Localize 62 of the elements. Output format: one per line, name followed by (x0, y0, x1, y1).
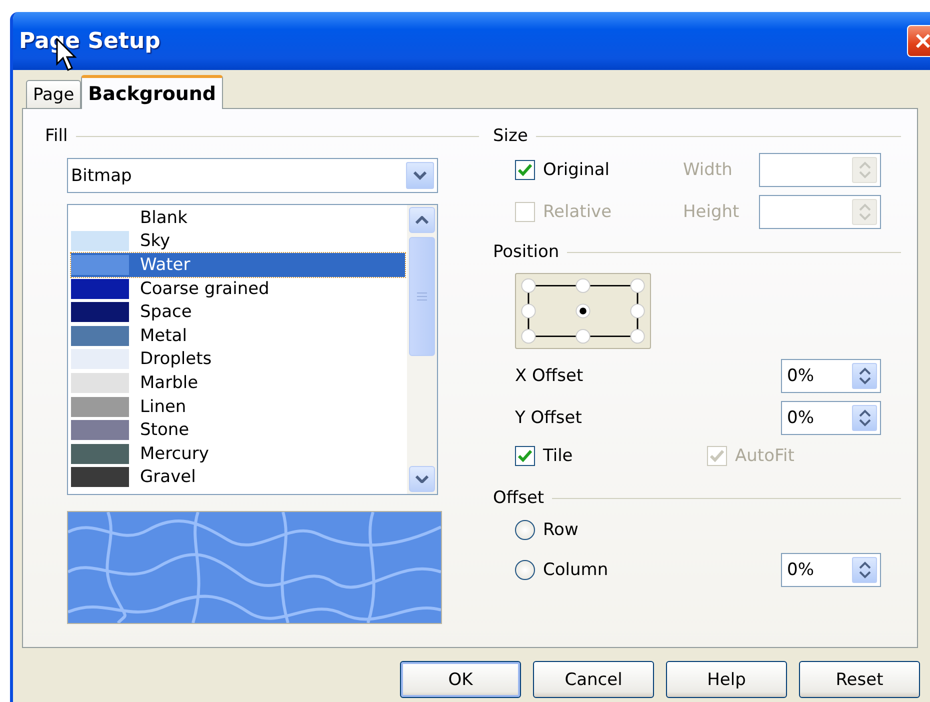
close-button[interactable] (907, 25, 930, 57)
caret-up-icon (415, 216, 429, 224)
bitmap-list-item[interactable]: Water (71, 253, 405, 277)
spin-field[interactable]: 0% (781, 359, 881, 393)
tab[interactable]: Background (81, 75, 224, 109)
dropdown-button[interactable] (406, 162, 434, 189)
tab[interactable]: Page (26, 80, 82, 109)
field-label: Height (683, 202, 740, 222)
close-icon (914, 32, 930, 50)
field-label: X Offset (515, 366, 584, 386)
up-down-arrows-icon (858, 203, 870, 221)
bitmap-list-item[interactable]: Metal (71, 324, 405, 348)
section-label: Position (493, 242, 560, 262)
spin-field[interactable]: 0% (781, 553, 881, 587)
section-label: Offset (493, 488, 544, 508)
checkmark-icon (518, 164, 532, 176)
checkmark-icon (710, 450, 724, 462)
field-label: Y Offset (515, 408, 582, 428)
bitmap-list-item[interactable]: Space (71, 300, 405, 324)
radio-button[interactable] (515, 560, 535, 580)
bitmap-list-item[interactable]: Droplets (71, 348, 405, 372)
section-label: Fill (45, 126, 68, 146)
grip-icon (417, 292, 427, 301)
spin-button[interactable] (852, 405, 877, 431)
dialog-button[interactable]: Help (666, 661, 787, 698)
caret-down-icon (415, 474, 429, 484)
up-down-arrows-icon (858, 561, 870, 579)
scroll-thumb[interactable] (409, 237, 435, 356)
radio-label: Column (543, 560, 608, 580)
caret-icon (413, 171, 427, 180)
scroll-up-button[interactable] (409, 207, 435, 233)
spin-button[interactable] (852, 557, 877, 583)
position-point[interactable] (576, 304, 590, 318)
dialog-button[interactable]: Cancel (533, 661, 654, 698)
dialog-button[interactable]: OK (400, 661, 521, 698)
dialog-button[interactable]: Reset (799, 661, 920, 698)
field-label: Width (683, 160, 732, 180)
bitmap-list-item[interactable]: Coarse grained (71, 276, 405, 300)
spin-field[interactable]: 0% (781, 401, 881, 435)
checkmark-icon (518, 450, 532, 462)
up-down-arrows-icon (858, 409, 870, 427)
checkbox-label: AutoFit (735, 446, 794, 466)
checkbox-label: Relative (543, 202, 612, 222)
scroll-down-button[interactable] (409, 466, 435, 492)
bitmap-list-item[interactable]: Marble (71, 371, 405, 395)
spin-button[interactable] (852, 363, 877, 389)
section-label: Size (493, 126, 528, 146)
bitmap-list-item[interactable]: Stone (71, 418, 405, 442)
radio-label: Row (543, 520, 578, 540)
bitmap-list-item[interactable]: Blank (71, 206, 405, 230)
bitmap-list-item[interactable]: Gravel (71, 466, 405, 490)
up-down-arrows-icon (858, 161, 870, 179)
checkbox-label: Tile (543, 446, 573, 466)
checkbox-label: Original (543, 160, 610, 180)
bitmap-list-item[interactable]: Linen (71, 394, 405, 418)
checkbox[interactable] (515, 446, 535, 466)
radio-button[interactable] (515, 520, 535, 540)
bitmap-list-item[interactable]: Mercury (71, 442, 405, 466)
checkbox[interactable] (515, 160, 535, 180)
fill-type-dropdown[interactable]: Bitmap (67, 158, 438, 193)
up-down-arrows-icon (858, 367, 870, 385)
bitmap-list-item[interactable]: Sky (71, 230, 405, 254)
